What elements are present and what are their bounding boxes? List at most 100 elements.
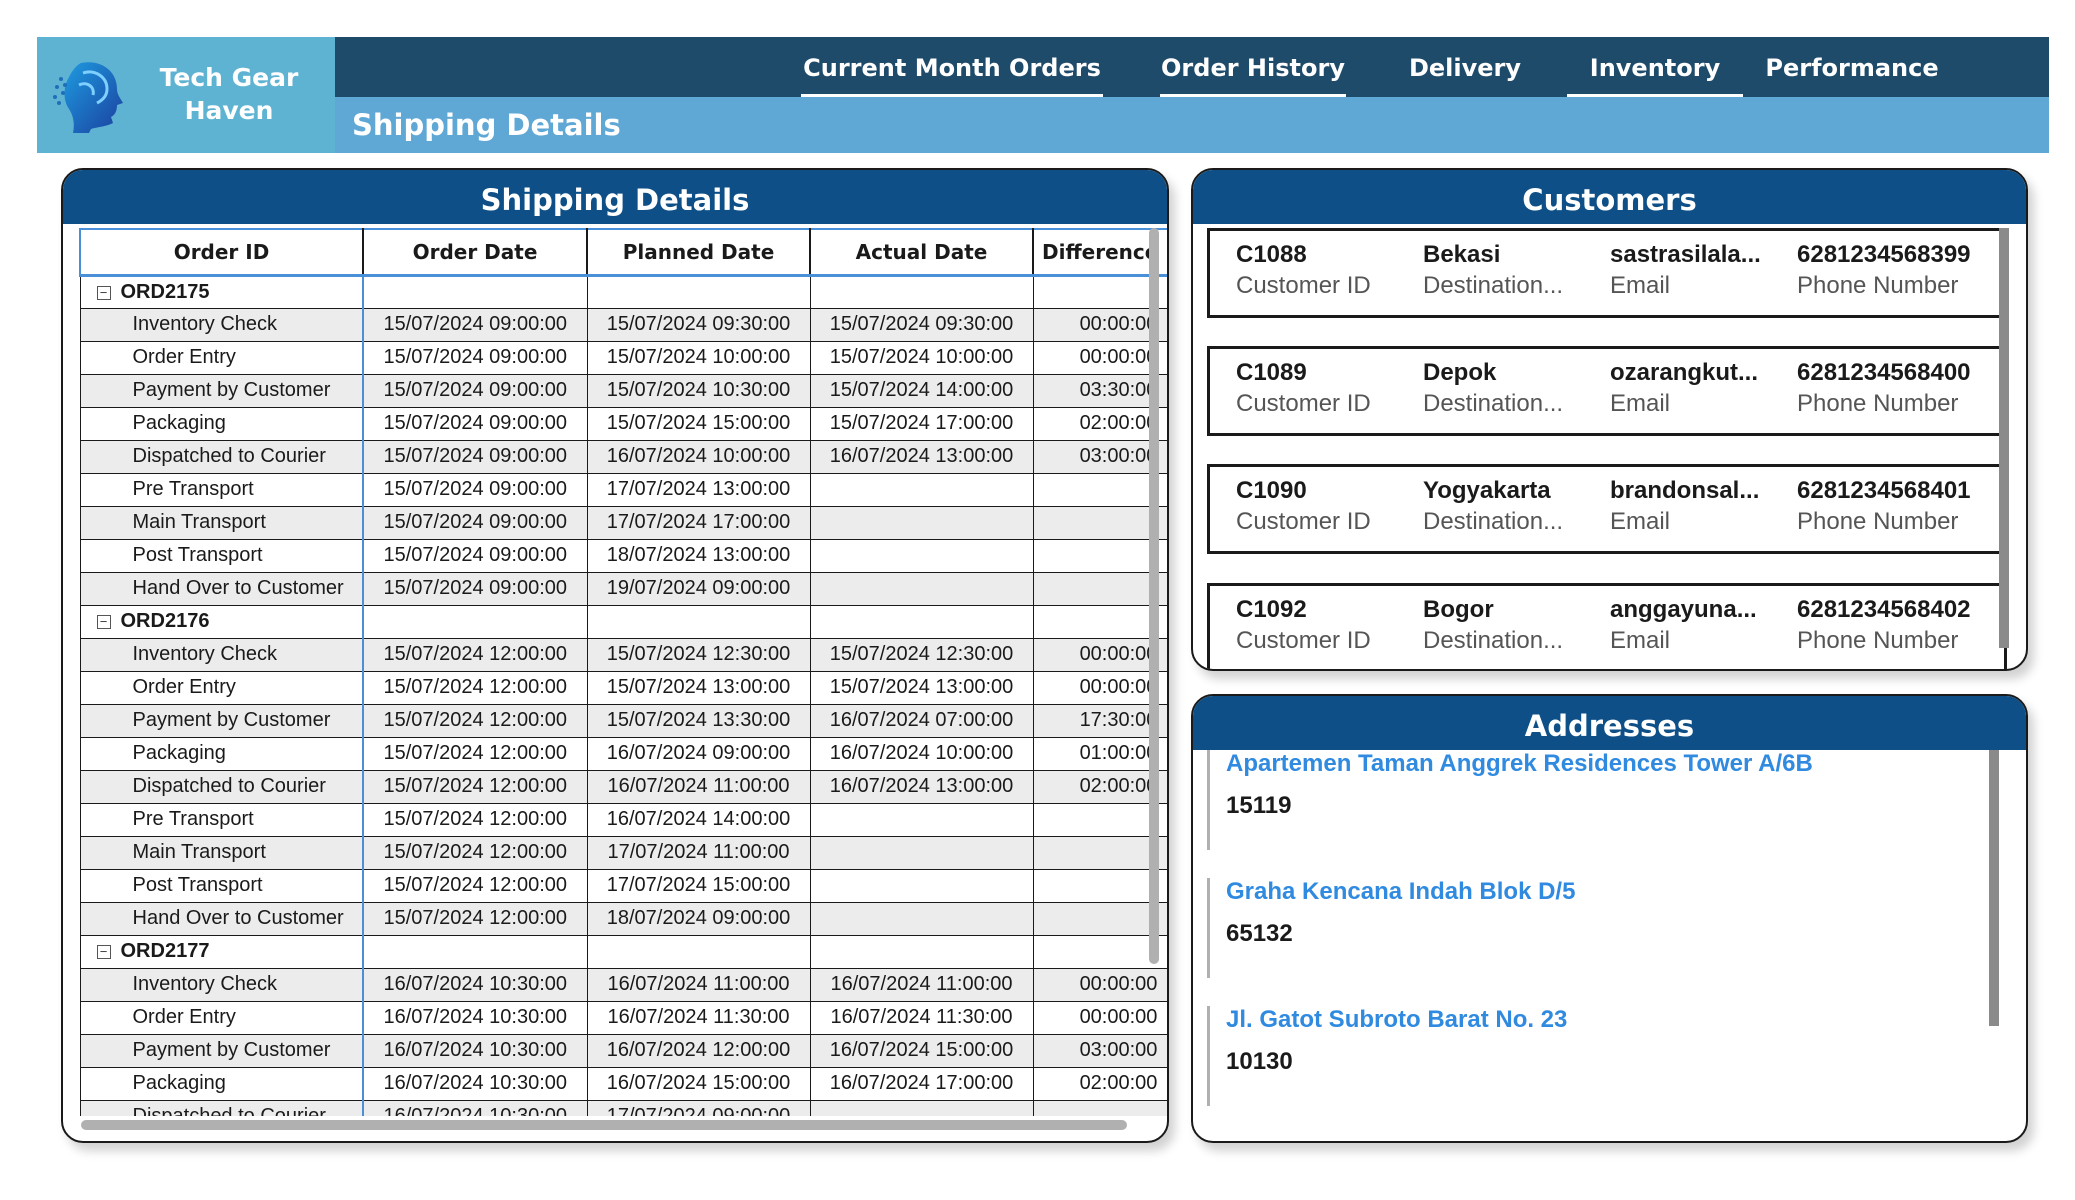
address-line-link[interactable]: Graha Kencana Indah Blok D/5 [1226, 878, 1967, 906]
address-line-link[interactable]: Jl. Gatot Subroto Barat No. 23 [1226, 1006, 1967, 1034]
actual-date-cell [809, 571, 1034, 606]
table-row[interactable]: Inventory Check 15/07/2024 09:00:00 15/07/… [79, 307, 1167, 342]
planned-date-cell: 17/07/2024 17:00:00 [586, 505, 811, 540]
order-date-cell: 15/07/2024 12:00:00 [362, 670, 588, 705]
table-row[interactable]: Post Transport 15/07/2024 09:00:00 18/07/2… [79, 538, 1167, 573]
table-row[interactable]: Main Transport 15/07/2024 12:00:00 17/07/2… [79, 835, 1167, 870]
empty-cell [586, 934, 811, 969]
order-date-cell: 16/07/2024 10:30:00 [362, 1000, 588, 1035]
page-subbar: Shipping Details [335, 97, 2049, 153]
planned-date-cell: 15/07/2024 10:00:00 [586, 340, 811, 375]
table-row[interactable]: Hand Over to Customer 15/07/2024 12:00:00… [79, 901, 1167, 936]
destination-field: Bogor Destination... [1423, 596, 1608, 655]
table-row[interactable]: Inventory Check 15/07/2024 12:00:00 15/07/… [79, 637, 1167, 672]
order-date-cell: 15/07/2024 09:00:00 [362, 406, 588, 441]
customer-card[interactable]: C1090 Customer ID Yogyakarta Destination...… [1207, 464, 2007, 554]
table-row[interactable]: Pre Transport 15/07/2024 12:00:00 16/07/20… [79, 802, 1167, 837]
table-row[interactable]: Payment by Customer 15/07/2024 12:00:00 15… [79, 703, 1167, 738]
table-row[interactable]: Order Entry 16/07/2024 10:30:00 16/07/2024… [79, 1000, 1167, 1035]
table-row[interactable]: Payment by Customer 16/07/2024 10:30:00 16… [79, 1033, 1167, 1068]
collapse-icon[interactable]: − [96, 615, 111, 629]
step-name: Order Entry [132, 676, 236, 698]
table-row[interactable]: Payment by Customer 15/07/2024 09:00:00 15… [79, 373, 1167, 408]
nav-performance[interactable]: Performance [1760, 37, 1944, 97]
planned-date-cell: 16/07/2024 11:30:00 [586, 1000, 811, 1035]
order-id-label: ORD2177 [120, 940, 210, 962]
addresses-scrollbar[interactable] [1989, 750, 1999, 1026]
customer-card[interactable]: C1092 Customer ID Bogor Destination... angga… [1207, 583, 2007, 669]
table-row[interactable]: Pre Transport 15/07/2024 09:00:00 17/07/20… [79, 472, 1167, 507]
column-header-actual-date[interactable]: Actual Date [809, 228, 1034, 277]
destination-field: Yogyakarta Destination... [1423, 477, 1608, 536]
phone-number-label: Phone Number [1797, 390, 1959, 417]
phone-number-value: 6281234568399 [1797, 241, 1971, 268]
empty-cell [586, 274, 811, 309]
nav-current-month-orders[interactable]: Current Month Orders [801, 37, 1103, 97]
planned-date-cell: 16/07/2024 11:00:00 [586, 967, 811, 1002]
step-name: Payment by Customer [132, 379, 331, 401]
step-name: Dispatched to Courier [132, 775, 326, 797]
customer-id-field: C1089 Customer ID [1236, 359, 1421, 418]
table-row[interactable]: Dispatched to Courier 15/07/2024 12:00:00… [79, 769, 1167, 804]
table-row[interactable]: Order Entry 15/07/2024 09:00:00 15/07/2024… [79, 340, 1167, 375]
email-value: anggayuna... [1610, 596, 1757, 623]
table-row[interactable]: Main Transport 15/07/2024 09:00:00 17/07/2… [79, 505, 1167, 540]
actual-date-cell: 15/07/2024 09:30:00 [809, 307, 1034, 342]
customer-id-label: Customer ID [1236, 272, 1371, 299]
customers-scrollbar[interactable] [1999, 228, 2009, 648]
table-row[interactable]: Dispatched to Courier 15/07/2024 09:00:00… [79, 439, 1167, 474]
column-header-order-date[interactable]: Order Date [362, 228, 588, 277]
order-date-cell: 15/07/2024 09:00:00 [362, 439, 588, 474]
nav-order-history[interactable]: Order History [1160, 37, 1346, 97]
table-vertical-scrollbar[interactable] [1149, 228, 1159, 964]
phone-number-label: Phone Number [1797, 508, 1959, 535]
table-horizontal-scrollbar[interactable] [81, 1120, 1127, 1130]
step-name-cell: Dispatched to Courier [79, 439, 364, 474]
order-group-row[interactable]: − ORD2176 [79, 604, 1167, 639]
step-name: Hand Over to Customer [132, 907, 344, 929]
order-date-cell: 16/07/2024 10:30:00 [362, 1066, 588, 1101]
destination-value: Depok [1423, 359, 1497, 386]
customer-card[interactable]: C1088 Customer ID Bekasi Destination... sast… [1207, 228, 2007, 318]
step-name: Inventory Check [132, 643, 278, 665]
order-group-row[interactable]: − ORD2177 [79, 934, 1167, 969]
step-name-cell: Payment by Customer [79, 373, 364, 408]
collapse-icon[interactable]: − [96, 945, 111, 959]
order-date-cell: 15/07/2024 12:00:00 [362, 868, 588, 903]
actual-date-cell: 15/07/2024 17:00:00 [809, 406, 1034, 441]
step-name-cell: Packaging [79, 736, 364, 771]
column-header-order-id[interactable]: Order ID [79, 228, 364, 277]
table-row[interactable]: Inventory Check 16/07/2024 10:30:00 16/07/… [79, 967, 1167, 1002]
table-row[interactable]: Hand Over to Customer 15/07/2024 09:00:00… [79, 571, 1167, 606]
customer-card[interactable]: C1089 Customer ID Depok Destination... ozara… [1207, 346, 2007, 436]
table-row[interactable]: Packaging 15/07/2024 09:00:00 15/07/2024 1… [79, 406, 1167, 441]
planned-date-cell: 15/07/2024 13:30:00 [586, 703, 811, 738]
collapse-icon[interactable]: − [96, 285, 111, 300]
empty-cell [586, 604, 811, 639]
order-date-cell: 15/07/2024 09:00:00 [362, 505, 588, 540]
step-name-cell: Pre Transport [79, 802, 364, 837]
phone-number-field: 6281234568399 Phone Number [1797, 241, 1997, 300]
order-date-cell: 15/07/2024 12:00:00 [362, 769, 588, 804]
table-row[interactable]: Post Transport 15/07/2024 12:00:00 17/07/2… [79, 868, 1167, 903]
actual-date-cell: 15/07/2024 14:00:00 [809, 373, 1034, 408]
nav-delivery[interactable]: Delivery [1375, 37, 1555, 97]
destination-label: Destination... [1423, 272, 1564, 299]
table-row[interactable]: Order Entry 15/07/2024 12:00:00 15/07/2024… [79, 670, 1167, 705]
step-name-cell: Pre Transport [79, 472, 364, 507]
customers-panel: Customers C1088 Customer ID Bekasi Destinat… [1191, 168, 2028, 671]
addresses-title: Addresses [1193, 696, 2026, 750]
actual-date-cell: 16/07/2024 15:00:00 [809, 1033, 1034, 1068]
step-name: Order Entry [132, 346, 236, 368]
column-header-planned-date[interactable]: Planned Date [586, 228, 811, 277]
table-row[interactable]: Packaging 16/07/2024 10:30:00 16/07/2024 1… [79, 1066, 1167, 1101]
table-row[interactable]: Packaging 15/07/2024 12:00:00 16/07/2024 0… [79, 736, 1167, 771]
step-name-cell: Order Entry [79, 340, 364, 375]
table-row[interactable]: Dispatched to Courier 16/07/2024 10:30:00… [79, 1099, 1167, 1116]
email-field: anggayuna... Email [1610, 596, 1795, 655]
order-group-row[interactable]: − ORD2175 [79, 274, 1167, 309]
destination-label: Destination... [1423, 627, 1564, 654]
nav-inventory[interactable]: Inventory [1567, 37, 1743, 97]
step-name-cell: Main Transport [79, 505, 364, 540]
address-line-link[interactable]: Apartemen Taman Anggrek Residences Tower… [1226, 750, 1967, 778]
